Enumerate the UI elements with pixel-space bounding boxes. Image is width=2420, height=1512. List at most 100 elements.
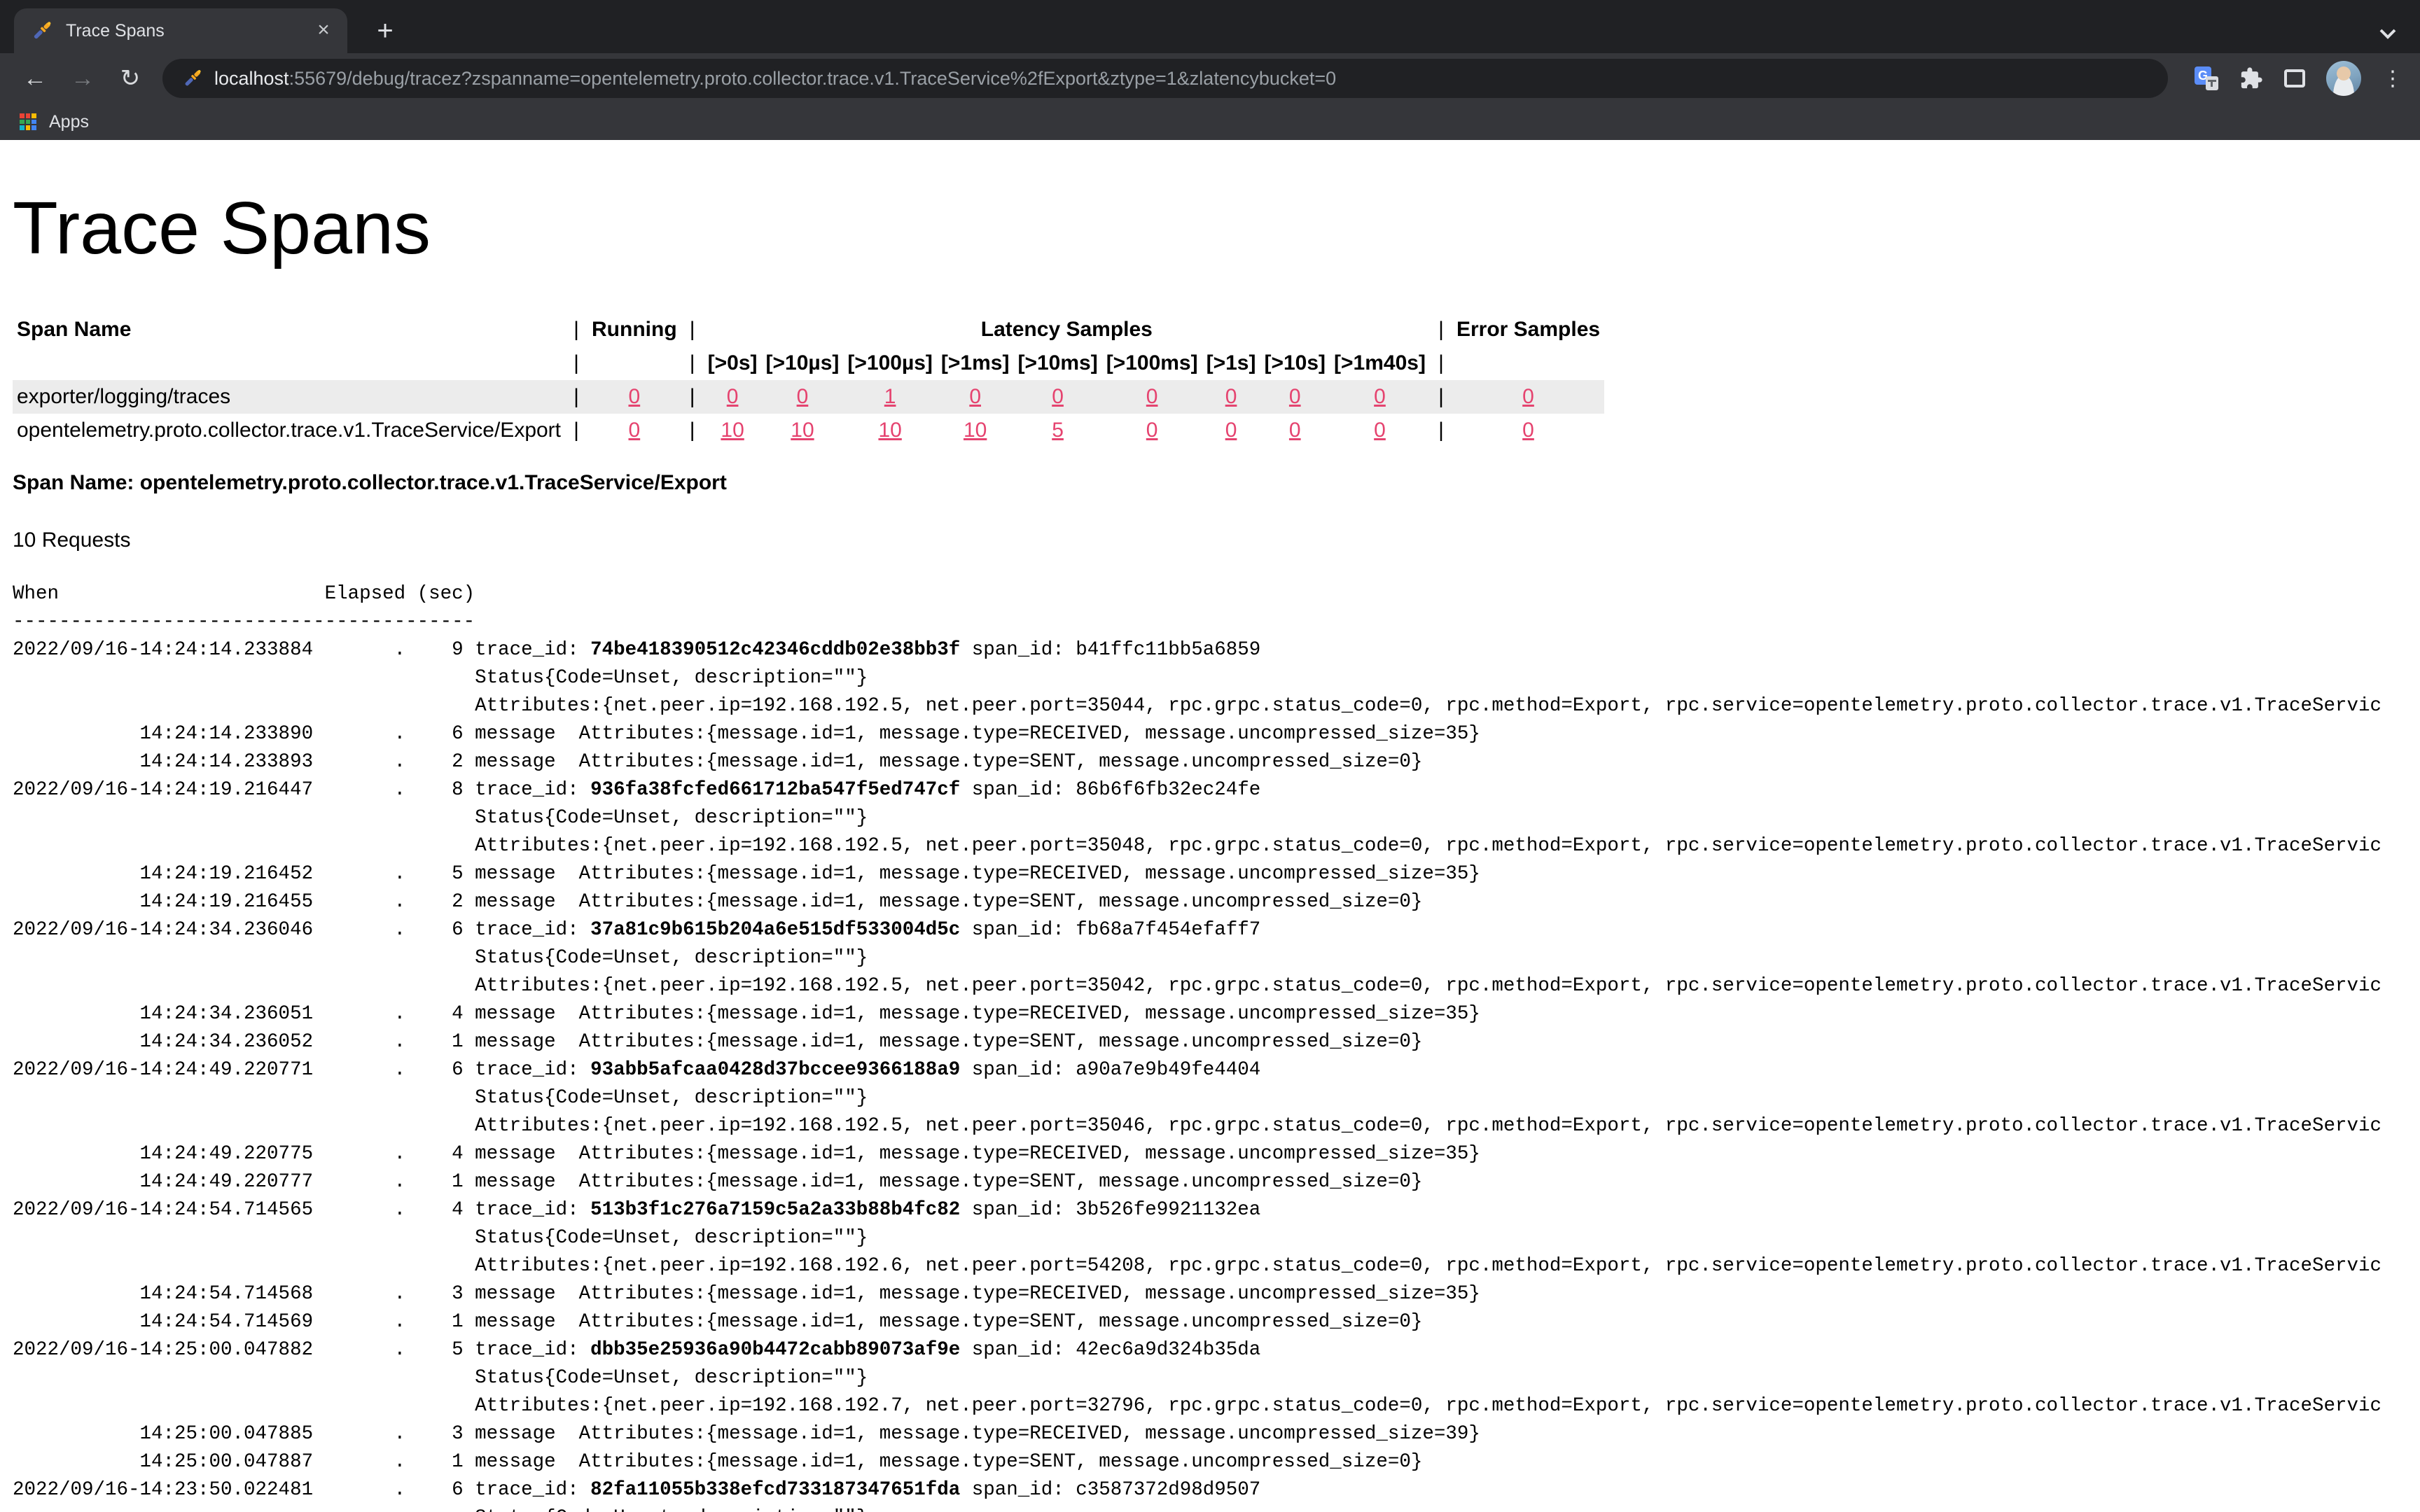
log-line: 14:25:00.047887 . 1 message Attributes:{… bbox=[13, 1451, 1422, 1473]
log-line: 14:24:19.216455 . 2 message Attributes:{… bbox=[13, 891, 1422, 913]
table-row: exporter/logging/traces | 0 | 0 0 1 0 0 … bbox=[13, 380, 1604, 414]
log-line: Attributes:{net.peer.ip=192.168.192.5, n… bbox=[13, 975, 2381, 997]
page-content: Trace Spans Span Name | Running | Latenc… bbox=[0, 140, 2420, 1512]
table-row: opentelemetry.proto.collector.trace.v1.T… bbox=[13, 414, 1604, 447]
log-line: Attributes:{net.peer.ip=192.168.192.5, n… bbox=[13, 1115, 2381, 1137]
reload-icon[interactable]: ↻ bbox=[112, 60, 148, 97]
log-line: 14:24:34.236052 . 1 message Attributes:{… bbox=[13, 1031, 1422, 1053]
pipe-separator: | bbox=[681, 380, 704, 414]
pipe-separator: | bbox=[1430, 380, 1452, 414]
sample-count-link[interactable]: 0 bbox=[1146, 419, 1158, 442]
sample-count-link[interactable]: 0 bbox=[797, 385, 809, 408]
url-path: :55679/debug/tracez?zspanname=openteleme… bbox=[289, 68, 1337, 90]
toolbar-icons: G ⋮ bbox=[2174, 61, 2403, 96]
log-line: 2022/09/16-14:25:00.047882 . 5 trace_id:… bbox=[13, 1339, 1260, 1361]
sample-count-link[interactable]: 0 bbox=[1146, 385, 1158, 408]
log-line: 14:24:34.236051 . 4 message Attributes:{… bbox=[13, 1003, 1480, 1025]
log-line: 2022/09/16-14:24:49.220771 . 6 trace_id:… bbox=[13, 1059, 1260, 1081]
profile-avatar[interactable] bbox=[2326, 61, 2361, 96]
log-line: ---------------------------------------- bbox=[13, 611, 475, 633]
log-line: Attributes:{net.peer.ip=192.168.192.5, n… bbox=[13, 695, 2381, 717]
apps-grid-icon bbox=[20, 113, 36, 130]
bucket-label: [>10s] bbox=[1260, 346, 1330, 380]
log-line: 14:24:49.220777 . 1 message Attributes:{… bbox=[13, 1171, 1422, 1193]
extensions-puzzle-icon[interactable] bbox=[2239, 66, 2263, 90]
log-line: 14:24:14.233893 . 2 message Attributes:{… bbox=[13, 751, 1422, 773]
log-line: 2022/09/16-14:24:54.714565 . 4 trace_id:… bbox=[13, 1199, 1260, 1221]
trace-id: 74be418390512c42346cddb02e38bb3f bbox=[590, 639, 960, 661]
span-name-cell: opentelemetry.proto.collector.trace.v1.T… bbox=[13, 414, 565, 447]
pipe-separator: | bbox=[565, 346, 587, 380]
side-panel-icon[interactable] bbox=[2284, 69, 2305, 88]
sample-count-link[interactable]: 0 bbox=[1225, 385, 1237, 408]
forward-icon[interactable]: → bbox=[64, 60, 101, 97]
sample-count-link[interactable]: 1 bbox=[884, 385, 896, 408]
bookmarks-bar: Apps bbox=[0, 104, 2420, 140]
log-line: Status{Code=Unset, description=""} bbox=[13, 1227, 868, 1249]
latency-buckets-row: | | [>0s] [>10µs] [>100µs] [>1ms] [>10ms… bbox=[13, 346, 1604, 380]
pipe-separator: | bbox=[1430, 346, 1452, 380]
trace-id: 82fa11055b338efcd733187347651fda bbox=[590, 1479, 960, 1501]
log-line: Attributes:{net.peer.ip=192.168.192.6, n… bbox=[13, 1255, 2381, 1277]
sample-count-link[interactable]: 10 bbox=[721, 419, 744, 442]
log-line: 2022/09/16-14:23:50.022481 . 6 trace_id:… bbox=[13, 1479, 1260, 1501]
pipe-separator: | bbox=[565, 380, 587, 414]
sample-count-link[interactable]: 0 bbox=[1052, 385, 1064, 408]
sample-count-link[interactable]: 10 bbox=[878, 419, 901, 442]
sample-count-link[interactable]: 0 bbox=[727, 385, 739, 408]
url-host: localhost bbox=[214, 68, 289, 90]
pipe-separator: | bbox=[1430, 313, 1452, 346]
sample-count-link[interactable]: 10 bbox=[964, 419, 987, 442]
log-line: Status{Code=Unset, description=""} bbox=[13, 1087, 868, 1109]
page-title: Trace Spans bbox=[13, 186, 2420, 271]
running-count-link[interactable]: 0 bbox=[628, 385, 640, 408]
log-line: Status{Code=Unset, description=""} bbox=[13, 667, 868, 689]
translate-char-card bbox=[2206, 76, 2218, 90]
col-running: Running bbox=[587, 313, 681, 346]
sample-count-link[interactable]: 0 bbox=[1289, 385, 1301, 408]
apps-shortcut[interactable]: Apps bbox=[49, 112, 89, 132]
tab-close-icon[interactable]: × bbox=[311, 18, 336, 43]
new-tab-button[interactable]: + bbox=[367, 14, 403, 50]
pipe-separator: | bbox=[565, 313, 587, 346]
pipe-separator: | bbox=[681, 313, 704, 346]
log-line: 14:24:49.220775 . 4 message Attributes:{… bbox=[13, 1143, 1480, 1165]
pipe-separator: | bbox=[681, 346, 704, 380]
log-line: Attributes:{net.peer.ip=192.168.192.7, n… bbox=[13, 1395, 2381, 1417]
requests-count: 10 Requests bbox=[13, 528, 2420, 552]
error-count-link[interactable]: 0 bbox=[1522, 385, 1534, 408]
tab-trace-spans[interactable]: Trace Spans × bbox=[14, 8, 347, 53]
log-line: Status{Code=Unset, description=""} bbox=[13, 947, 868, 969]
sample-count-link[interactable]: 0 bbox=[1225, 419, 1237, 442]
log-line: 14:24:54.714569 . 1 message Attributes:{… bbox=[13, 1311, 1422, 1333]
sample-count-link[interactable]: 5 bbox=[1052, 419, 1064, 442]
tab-search-chevron-down-icon[interactable] bbox=[2378, 20, 2398, 46]
browser-menu-icon[interactable]: ⋮ bbox=[2382, 66, 2403, 91]
tab-title: Trace Spans bbox=[66, 21, 311, 41]
trace-id: 93abb5afcaa0428d37bccee9366188a9 bbox=[590, 1059, 960, 1081]
sample-count-link[interactable]: 0 bbox=[1374, 385, 1386, 408]
sample-count-link[interactable]: 10 bbox=[791, 419, 814, 442]
col-latency-samples: Latency Samples bbox=[704, 313, 1430, 346]
log-line: 14:24:54.714568 . 3 message Attributes:{… bbox=[13, 1283, 1480, 1305]
log-line: 2022/09/16-14:24:19.216447 . 8 trace_id:… bbox=[13, 779, 1260, 801]
running-count-link[interactable]: 0 bbox=[628, 419, 640, 442]
span-detail-heading: Span Name: opentelemetry.proto.collector… bbox=[13, 471, 2420, 495]
bucket-label: [>1ms] bbox=[937, 346, 1014, 380]
translate-icon[interactable]: G bbox=[2195, 66, 2218, 90]
log-line: 14:24:14.233890 . 6 message Attributes:{… bbox=[13, 723, 1480, 745]
log-line: 14:25:00.047885 . 3 message Attributes:{… bbox=[13, 1423, 1480, 1445]
tracez-favicon bbox=[182, 68, 203, 89]
bucket-label: [>100ms] bbox=[1102, 346, 1202, 380]
sample-count-link[interactable]: 0 bbox=[1289, 419, 1301, 442]
error-count-link[interactable]: 0 bbox=[1522, 419, 1534, 442]
address-bar[interactable]: localhost:55679/debug/tracez?zspanname=o… bbox=[162, 59, 2168, 98]
log-line: 2022/09/16-14:24:14.233884 . 9 trace_id:… bbox=[13, 639, 1260, 661]
span-summary-table: Span Name | Running | Latency Samples | … bbox=[13, 313, 1604, 447]
trace-id: 37a81c9b615b204a6e515df533004d5c bbox=[590, 919, 960, 941]
pipe-separator: | bbox=[681, 414, 704, 447]
sample-count-link[interactable]: 0 bbox=[1374, 419, 1386, 442]
back-icon[interactable]: ← bbox=[17, 60, 53, 97]
sample-count-link[interactable]: 0 bbox=[969, 385, 981, 408]
log-line: 14:24:19.216452 . 5 message Attributes:{… bbox=[13, 863, 1480, 885]
